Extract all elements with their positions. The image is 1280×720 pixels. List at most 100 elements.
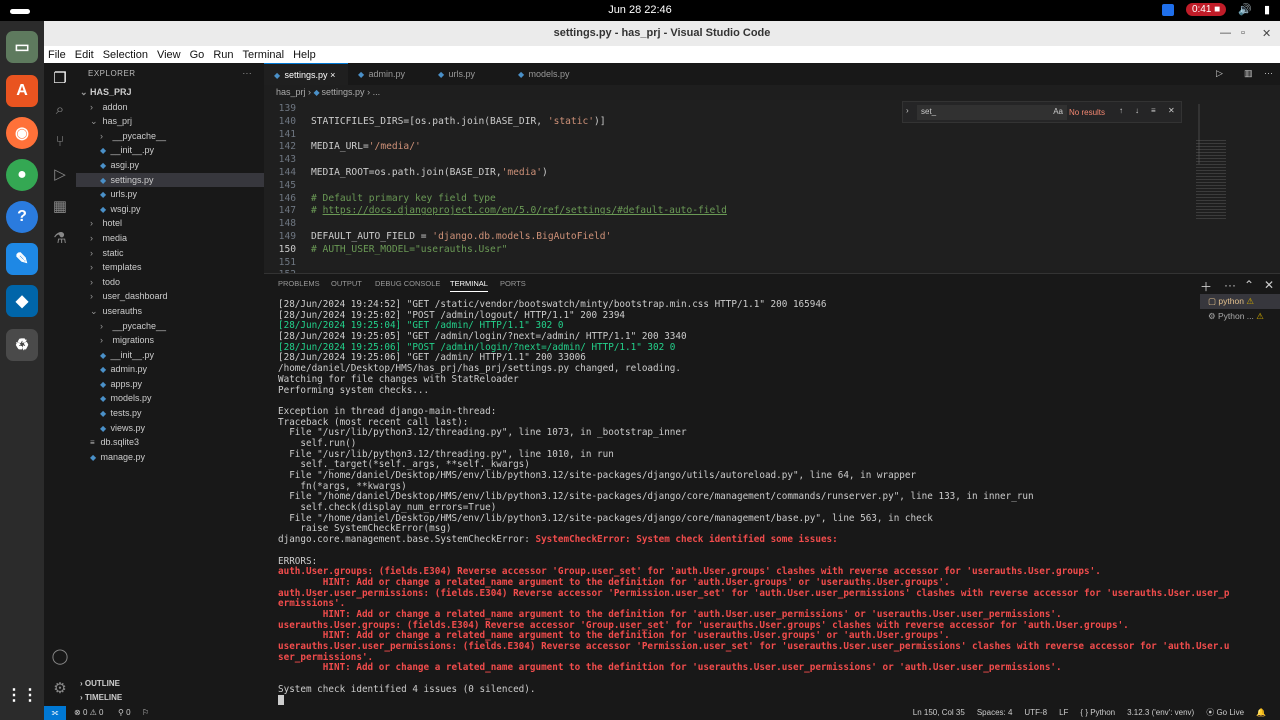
panel-tab-output[interactable]: OUTPUT: [331, 279, 362, 288]
line-ending[interactable]: LF: [1059, 706, 1068, 720]
close-find-icon[interactable]: ✕: [1168, 106, 1175, 115]
more-editor-actions-icon[interactable]: ···: [1264, 68, 1273, 78]
close-panel-icon[interactable]: ✕: [1264, 278, 1274, 292]
tab-settings[interactable]: ◆ settings.py ×: [264, 63, 348, 85]
tab-models[interactable]: ◆ models.py: [508, 63, 588, 85]
encoding[interactable]: UTF-8: [1024, 706, 1047, 720]
menu-view[interactable]: View: [157, 49, 181, 61]
account-icon[interactable]: ◯: [51, 647, 69, 665]
folder-item[interactable]: › static: [76, 246, 264, 261]
cursor-position[interactable]: Ln 150, Col 35: [913, 706, 965, 720]
terminal-output[interactable]: [28/Jun/2024 19:24:52] "GET /static/vend…: [278, 299, 1230, 706]
menu-run[interactable]: Run: [213, 49, 233, 61]
folder-item[interactable]: › user_dashboard: [76, 289, 264, 304]
folder-item[interactable]: ⌄ userauths: [76, 304, 264, 319]
project-root[interactable]: ⌄ HAS_PRJ: [76, 85, 264, 100]
file-item[interactable]: ◆ tests.py: [76, 406, 264, 421]
panel-tab-problems[interactable]: PROBLEMS: [278, 279, 320, 288]
explorer-icon[interactable]: ❐: [51, 69, 69, 87]
search-icon[interactable]: ⌕: [51, 101, 69, 119]
notifications-icon[interactable]: 🔔: [1256, 706, 1266, 720]
panel-more-icon[interactable]: ···: [1224, 278, 1236, 292]
extensions-icon[interactable]: ▦: [51, 197, 69, 215]
language-mode[interactable]: { } Python: [1080, 706, 1115, 720]
testing-icon[interactable]: ⚗: [51, 229, 69, 247]
folder-item[interactable]: › templates: [76, 260, 264, 275]
file-item[interactable]: ◆ urls.py: [76, 187, 264, 202]
folder-item[interactable]: › media: [76, 231, 264, 246]
feather-app-icon[interactable]: ✎: [6, 243, 38, 275]
source-control-icon[interactable]: ⑂: [51, 133, 69, 151]
minimize-button[interactable]: —: [1220, 27, 1231, 39]
system-clock[interactable]: Jun 28 22:46: [0, 4, 1280, 16]
more-actions-icon[interactable]: ···: [243, 69, 253, 78]
tab-admin[interactable]: ◆ admin.py: [348, 63, 428, 85]
terminal-item-python[interactable]: ▢ python ⚠: [1200, 294, 1280, 309]
code-editor[interactable]: 139 140 STATICFILES_DIRS=[os.path.join(BAS…: [264, 100, 1280, 280]
remote-indicator[interactable]: ⟗: [44, 706, 66, 720]
screen-record-indicator[interactable]: 0:41 ■: [1185, 3, 1227, 16]
show-apps-icon[interactable]: ⋮⋮: [6, 679, 38, 711]
previous-match-icon[interactable]: ↑: [1119, 106, 1123, 115]
volume-icon[interactable]: 🔊: [1238, 3, 1252, 16]
menu-file[interactable]: File: [48, 49, 66, 61]
trash-icon[interactable]: ♻: [6, 329, 38, 361]
problems-status[interactable]: ⊗ 0 ⚠ 0: [74, 706, 103, 720]
tab-urls[interactable]: ◆ urls.py: [428, 63, 508, 85]
firefox-icon[interactable]: ◉: [6, 117, 38, 149]
breadcrumb-file[interactable]: settings.py: [322, 87, 365, 97]
help-icon[interactable]: ?: [6, 201, 38, 233]
software-center-icon[interactable]: A: [6, 75, 38, 107]
folder-item[interactable]: › __pycache__: [76, 319, 264, 334]
vscode-tray-icon[interactable]: [1161, 3, 1174, 16]
folder-item[interactable]: › addon: [76, 100, 264, 115]
breadcrumb-folder[interactable]: has_prj: [276, 87, 306, 97]
run-debug-icon[interactable]: ▷: [51, 165, 69, 183]
folder-item[interactable]: ⌄ has_prj: [76, 114, 264, 129]
next-match-icon[interactable]: ↓: [1135, 106, 1139, 115]
file-item[interactable]: ◆ manage.py: [76, 450, 264, 465]
indentation[interactable]: Spaces: 4: [977, 706, 1013, 720]
find-in-selection-icon[interactable]: ≡: [1151, 106, 1156, 115]
close-tab-icon[interactable]: ×: [330, 70, 335, 80]
toggle-replace-icon[interactable]: ›: [906, 106, 909, 115]
outline-section[interactable]: › OUTLINE: [76, 679, 264, 688]
file-item[interactable]: ≡ db.sqlite3: [76, 435, 264, 450]
file-item[interactable]: ◆ __init__.py: [76, 143, 264, 158]
menu-go[interactable]: Go: [190, 49, 205, 61]
find-input[interactable]: set_ Aa: [917, 105, 1067, 120]
file-item[interactable]: ◆ wsgi.py: [76, 202, 264, 217]
folder-item[interactable]: › __pycache__: [76, 129, 264, 144]
run-python-icon[interactable]: ▷: [1216, 68, 1223, 79]
minimap[interactable]: [1192, 100, 1252, 270]
terminal-item-python-debug[interactable]: ⚙ Python ... ⚠: [1200, 309, 1280, 324]
maximize-panel-icon[interactable]: ⌃: [1244, 278, 1254, 292]
chrome-icon[interactable]: ●: [6, 159, 38, 191]
python-interpreter[interactable]: 3.12.3 ('env': venv): [1127, 706, 1194, 720]
ports-status[interactable]: ⚲ 0: [118, 706, 131, 720]
battery-icon[interactable]: ▮: [1264, 3, 1270, 16]
go-live-button[interactable]: ⦿ Go Live: [1206, 706, 1244, 720]
settings-gear-icon[interactable]: ⚙: [51, 679, 69, 697]
maximize-button[interactable]: ▫: [1241, 27, 1245, 39]
breadcrumb-symbol[interactable]: ...: [373, 87, 381, 97]
match-case-icon[interactable]: Aa: [1053, 107, 1063, 116]
close-window-button[interactable]: ✕: [1262, 27, 1271, 40]
menu-selection[interactable]: Selection: [103, 49, 148, 61]
file-item[interactable]: ◆ settings.py: [76, 172, 264, 188]
file-item[interactable]: ◆ apps.py: [76, 377, 264, 392]
folder-item[interactable]: › todo: [76, 275, 264, 290]
file-item[interactable]: ◆ views.py: [76, 421, 264, 436]
panel-tab-ports[interactable]: PORTS: [500, 279, 526, 288]
panel-tab-terminal[interactable]: TERMINAL: [450, 279, 488, 292]
vscode-icon[interactable]: ◆: [6, 285, 38, 317]
new-terminal-icon[interactable]: ＋: [1200, 278, 1212, 295]
file-item[interactable]: ◆ models.py: [76, 391, 264, 406]
file-item[interactable]: ◆ __init__.py: [76, 348, 264, 363]
menu-terminal[interactable]: Terminal: [243, 49, 285, 61]
menu-edit[interactable]: Edit: [75, 49, 94, 61]
menu-help[interactable]: Help: [293, 49, 316, 61]
folder-item[interactable]: › hotel: [76, 216, 264, 231]
folder-item[interactable]: › migrations: [76, 333, 264, 348]
panel-tab-debug-console[interactable]: DEBUG CONSOLE: [375, 279, 440, 288]
